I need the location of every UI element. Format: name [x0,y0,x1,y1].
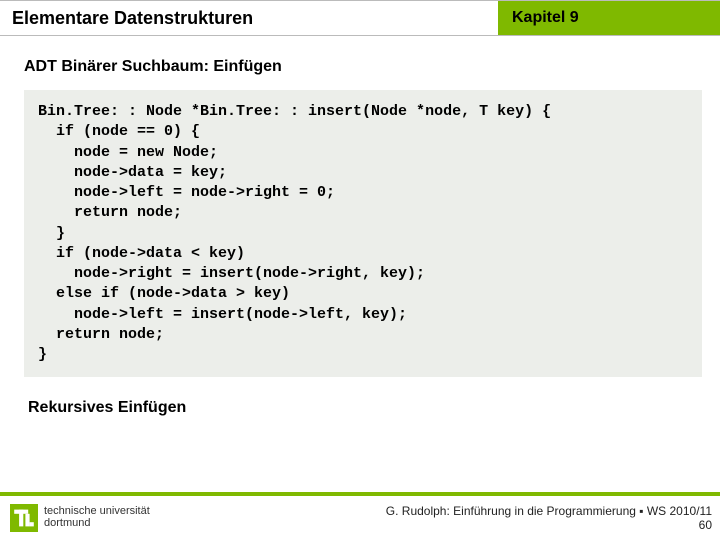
header-bar: Elementare Datenstrukturen Kapitel 9 [0,0,720,36]
section-subtitle: ADT Binärer Suchbaum: Einfügen [24,58,720,76]
code-block: Bin.Tree: : Node *Bin.Tree: : insert(Nod… [24,90,702,377]
tu-logo-icon [10,504,38,532]
university-name-line2: dortmund [44,518,150,530]
footer: technische universität dortmund G. Rudol… [0,492,720,540]
slide: Elementare Datenstrukturen Kapitel 9 ADT… [0,0,720,540]
credit-line: G. Rudolph: Einführung in die Programmie… [386,504,712,518]
chapter-label: Kapitel 9 [498,1,720,35]
page-number: 60 [386,518,712,532]
slide-title: Elementare Datenstrukturen [0,1,498,35]
footer-credit: G. Rudolph: Einführung in die Programmie… [386,504,712,532]
university-name: technische universität dortmund [44,506,150,529]
caption-note: Rekursives Einfügen [28,399,720,417]
footer-content: technische universität dortmund G. Rudol… [0,496,720,540]
university-logo: technische universität dortmund [10,504,150,532]
